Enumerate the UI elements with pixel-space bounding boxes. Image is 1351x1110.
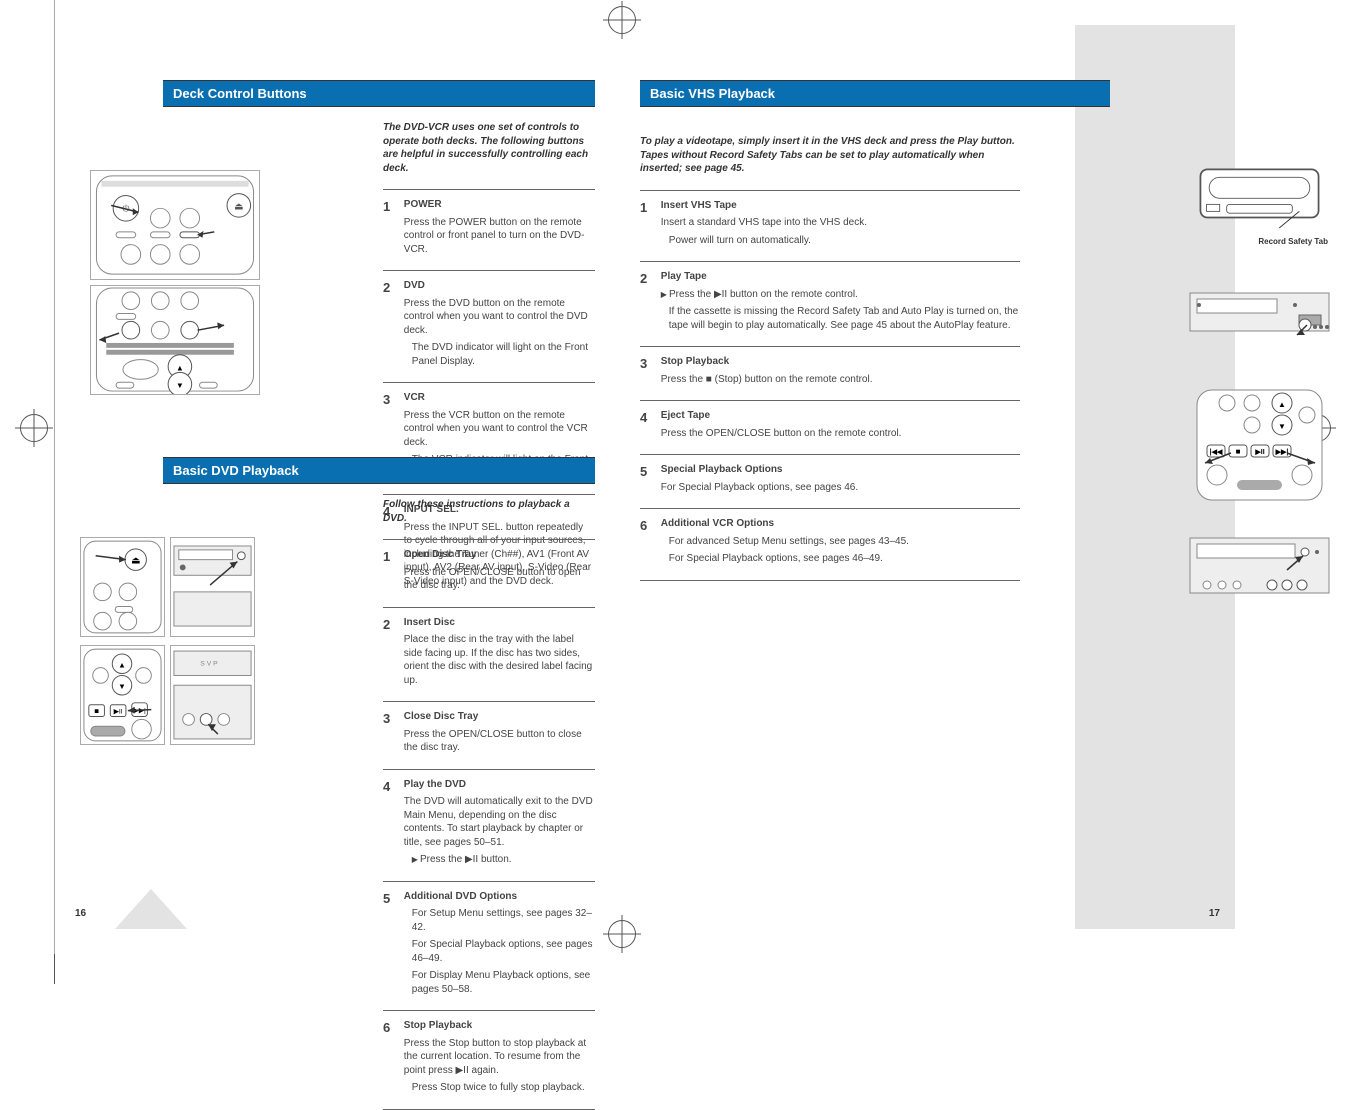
dvd-deck-4-6: S V P — [170, 645, 255, 745]
svg-text:⏏: ⏏ — [234, 201, 243, 212]
svg-text:▼: ▼ — [1278, 422, 1286, 431]
svg-text:|◀◀: |◀◀ — [1210, 449, 1223, 456]
vhs-step-1: 1 Insert VHS TapeInsert a standard VHS t… — [640, 190, 1020, 262]
vhs-remote-illustration: ▲ ▼ |◀◀ ■ ▶II ▶▶| — [1187, 385, 1332, 505]
dvd-remote-1-3: ⏏ — [80, 537, 165, 637]
page-number-17: 17 — [1209, 908, 1220, 919]
svg-text:▶II: ▶II — [114, 709, 123, 716]
svg-text:■: ■ — [1236, 447, 1241, 456]
dvd-step-3: 3 Close Disc TrayPress the OPEN/CLOSE bu… — [383, 701, 595, 769]
vhs-step-4: 4 Eject TapePress the OPEN/CLOSE button … — [640, 400, 1020, 454]
page-17: Basic VHS Playback To play a videotape, … — [640, 25, 1180, 929]
svg-text:■: ■ — [94, 707, 99, 716]
step-2: 2 DVDPress the DVD button on the remote … — [383, 270, 595, 382]
step-1: 1 POWERPress the POWER button on the rem… — [383, 189, 595, 270]
svg-text:▶▶|: ▶▶| — [1275, 449, 1289, 456]
dvd-step-5: 5 Additional DVD Options For Setup Menu … — [383, 881, 595, 1011]
corner-triangle-left — [115, 889, 187, 929]
registration-left — [20, 414, 48, 442]
svg-text:▲: ▲ — [176, 363, 184, 372]
svg-text:▲: ▲ — [1278, 400, 1286, 409]
svg-text:▼: ▼ — [176, 381, 184, 390]
svg-text:⏏: ⏏ — [131, 556, 140, 567]
vhs-intro: To play a videotape, simply insert it in… — [640, 135, 1020, 176]
registration-top — [608, 6, 636, 34]
vhs-step-2: 2 Play TapePress the ▶II button on the r… — [640, 261, 1020, 346]
dvd-step-2: 2 Insert DiscPlace the disc in the tray … — [383, 607, 595, 702]
header-deck-control: Deck Control Buttons — [163, 80, 595, 107]
svg-text:▼: ▼ — [118, 682, 126, 691]
dvd-deck-1-3 — [170, 537, 255, 637]
header-vhs-playback: Basic VHS Playback — [640, 80, 1110, 107]
page-16: Deck Control Buttons The DVD-VCR uses on… — [55, 25, 595, 929]
vhs-deck-illustration-1 — [1187, 285, 1332, 365]
vhs-step-3: 3 Stop PlaybackPress the ■ (Stop) button… — [640, 346, 1020, 400]
svg-text:▶II: ▶II — [1254, 449, 1264, 456]
svg-text:▶▶|: ▶▶| — [133, 708, 146, 715]
registration-bottom — [608, 920, 636, 948]
vhs-deck-illustration-2 — [1187, 530, 1332, 620]
vhs-step-5: 5 Special Playback OptionsFor Special Pl… — [640, 454, 1020, 508]
dvd-intro: Follow these instructions to playback a … — [383, 498, 595, 525]
header-dvd-playback: Basic DVD Playback — [163, 457, 595, 484]
vhs-cassette-illustration: Record Safety Tab — [1187, 165, 1332, 255]
svg-text:▲: ▲ — [118, 661, 126, 670]
deck-intro: The DVD-VCR uses one set of controls to … — [383, 121, 595, 175]
remote-illustration-bottom: ▲ ▼ — [90, 285, 260, 395]
page-number-16: 16 — [75, 908, 86, 919]
remote-illustration-top: ⏻ ⏏ — [90, 170, 260, 280]
vhs-step-6: 6 Additional VCR Options For advanced Se… — [640, 508, 1020, 581]
dvd-remote-4-6: ▲ ▼ ■ ▶II ▶▶| — [80, 645, 165, 745]
record-safety-tab-label: Record Safety Tab — [1187, 237, 1332, 246]
svg-text:S V P: S V P — [200, 661, 218, 668]
dvd-step-6: 6 Stop PlaybackPress the Stop button to … — [383, 1010, 595, 1110]
dvd-step-1: 1 Open Disc TrayPress the OPEN/CLOSE but… — [383, 539, 595, 607]
dvd-step-4: 4 Play the DVDThe DVD will automatically… — [383, 769, 595, 881]
